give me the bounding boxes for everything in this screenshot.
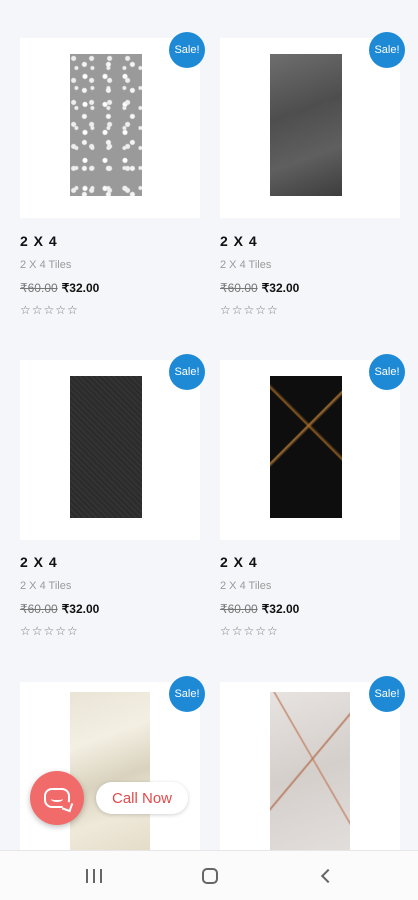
back-button[interactable]	[306, 863, 346, 889]
old-price: ₹60.00	[220, 602, 258, 616]
tile-image	[70, 54, 142, 196]
product-title[interactable]: 2 X 4	[20, 233, 58, 249]
product-card[interactable]: Sale! 2 X 4 2 X 4 Tiles ₹60.00 ₹32.00 ☆☆☆…	[220, 32, 405, 328]
sale-badge: Sale!	[369, 354, 405, 390]
old-price: ₹60.00	[20, 602, 58, 616]
product-card[interactable]: Sale!	[20, 676, 205, 850]
product-price: ₹60.00 ₹32.00	[220, 602, 299, 616]
product-title[interactable]: 2 X 4	[20, 554, 58, 570]
back-icon	[320, 868, 336, 884]
recent-apps-button[interactable]	[74, 863, 114, 889]
product-title[interactable]: 2 X 4	[220, 233, 258, 249]
sale-badge: Sale!	[369, 32, 405, 68]
product-image[interactable]	[220, 682, 400, 850]
product-title[interactable]: 2 X 4	[220, 554, 258, 570]
tile-image	[70, 692, 150, 850]
product-category[interactable]: 2 X 4 Tiles	[220, 259, 271, 271]
product-price: ₹60.00 ₹32.00	[220, 281, 299, 295]
product-price: ₹60.00 ₹32.00	[20, 602, 99, 616]
product-image[interactable]	[20, 682, 200, 850]
product-image[interactable]	[220, 360, 400, 540]
product-image[interactable]	[20, 38, 200, 218]
rating-stars: ☆☆☆☆☆	[220, 624, 279, 638]
tile-image	[270, 376, 342, 518]
chat-bubble-icon	[44, 788, 70, 808]
product-card[interactable]: Sale!	[220, 676, 405, 850]
sale-badge: Sale!	[169, 354, 205, 390]
product-card[interactable]: Sale! 2 X 4 2 X 4 Tiles ₹60.00 ₹32.00 ☆☆☆…	[220, 354, 405, 650]
sale-badge: Sale!	[369, 676, 405, 712]
product-category[interactable]: 2 X 4 Tiles	[220, 580, 271, 592]
product-price: ₹60.00 ₹32.00	[20, 281, 99, 295]
home-icon	[202, 868, 218, 884]
product-card[interactable]: Sale! 2 X 4 2 X 4 Tiles ₹60.00 ₹32.00 ☆☆☆…	[20, 354, 205, 650]
rating-stars: ☆☆☆☆☆	[20, 624, 79, 638]
rating-stars: ☆☆☆☆☆	[20, 303, 79, 317]
sale-badge: Sale!	[169, 676, 205, 712]
tile-image	[70, 376, 142, 518]
sale-badge: Sale!	[169, 32, 205, 68]
system-nav-bar	[0, 850, 418, 900]
sale-price: ₹32.00	[261, 602, 300, 616]
tile-image	[270, 54, 342, 196]
call-now-button[interactable]: Call Now	[96, 782, 189, 814]
product-category[interactable]: 2 X 4 Tiles	[20, 580, 71, 592]
tile-image	[270, 692, 350, 850]
sale-price: ₹32.00	[61, 281, 100, 295]
product-category[interactable]: 2 X 4 Tiles	[20, 259, 71, 271]
home-button[interactable]	[190, 863, 230, 889]
sale-price: ₹32.00	[261, 281, 300, 295]
product-image[interactable]	[20, 360, 200, 540]
old-price: ₹60.00	[220, 281, 258, 295]
call-fab-button[interactable]	[30, 771, 84, 825]
old-price: ₹60.00	[20, 281, 58, 295]
recent-apps-icon	[86, 869, 102, 883]
product-card[interactable]: Sale! 2 X 4 2 X 4 Tiles ₹60.00 ₹32.00 ☆☆☆…	[20, 32, 205, 328]
product-image[interactable]	[220, 38, 400, 218]
rating-stars: ☆☆☆☆☆	[220, 303, 279, 317]
sale-price: ₹32.00	[61, 602, 100, 616]
